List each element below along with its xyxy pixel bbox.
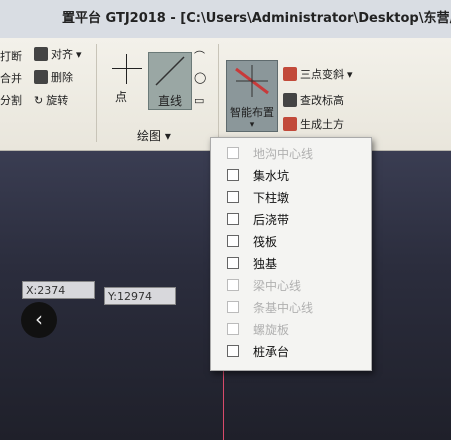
three-point-slope-button[interactable]: 三点变斜 ▾	[283, 66, 353, 82]
menu-item-label: 集水坑	[253, 168, 290, 183]
break-label: 打断	[0, 50, 22, 63]
align-icon	[34, 47, 48, 61]
align-label: 对齐	[51, 48, 73, 61]
menu-item-isolated-footing[interactable]: 独基	[211, 252, 371, 274]
arc-button[interactable]: ⌒	[194, 48, 205, 64]
window-title-bar: 置平台 GTJ2018 - [C:\Users\Administrator\De…	[0, 0, 451, 38]
align-button[interactable]: 对齐 ▾	[34, 46, 82, 62]
rotate-icon: ↻	[34, 93, 44, 107]
smart-layout-dropdown-menu: 地沟中心线 集水坑 下柱墩 后浇带 筏板 独基 梁中心线 条基中心线 螺旋板 桩…	[210, 137, 372, 371]
axis-line	[223, 365, 224, 440]
menu-item-icon	[227, 147, 239, 159]
edit-elevation-label: 查改标高	[300, 94, 344, 107]
break-button[interactable]: 打断	[0, 48, 22, 64]
three-point-slope-label: 三点变斜	[300, 68, 344, 81]
menu-item-icon	[227, 169, 239, 181]
split-button[interactable]: 分割	[0, 92, 22, 108]
point-button[interactable]: 点	[115, 88, 127, 105]
rectangle-button[interactable]: ▭	[194, 94, 204, 107]
earthwork-icon	[283, 117, 297, 131]
menu-item-label: 桩承台	[253, 344, 290, 359]
menu-item-sump-pit[interactable]: 集水坑	[211, 164, 371, 186]
rotate-label: 旋转	[46, 94, 69, 107]
rectangle-icon: ▭	[194, 94, 205, 107]
menu-item-icon	[227, 323, 239, 335]
x-coordinate-value: X:2374	[26, 284, 66, 297]
circle-button[interactable]: ◯	[194, 71, 206, 84]
menu-item-strip-footing-centerline[interactable]: 条基中心线	[211, 296, 371, 318]
draw-group-text: 绘图	[137, 129, 162, 143]
ribbon-toolbar: 打断 合并 分割 对齐 ▾ 删除 ↻ 旋转 点 直线 ⌒ ◯ ▭ 绘图 ▾ 智能…	[0, 38, 451, 151]
menu-item-label: 螺旋板	[253, 322, 290, 337]
chevron-down-icon: ▾	[76, 47, 82, 61]
menu-item-post-pour-strip[interactable]: 后浇带	[211, 208, 371, 230]
menu-item-icon	[227, 235, 239, 247]
window-title: 置平台 GTJ2018 - [C:\Users\Administrator\De…	[62, 11, 451, 26]
x-coordinate-field[interactable]: X:2374	[22, 281, 95, 299]
point-label: 点	[115, 90, 128, 104]
circle-icon: ◯	[194, 71, 207, 84]
delete-button[interactable]: 删除	[34, 69, 73, 85]
merge-label: 合并	[0, 72, 22, 85]
chevron-left-icon: ‹	[35, 307, 43, 331]
elevation-icon	[283, 93, 297, 107]
slope-icon	[283, 67, 297, 81]
menu-item-label: 梁中心线	[253, 278, 302, 293]
menu-item-label: 筏板	[253, 234, 278, 249]
chevron-down-icon: ▾	[249, 120, 255, 130]
menu-item-label: 独基	[253, 256, 278, 271]
line-icon	[155, 56, 185, 86]
rotate-button[interactable]: ↻ 旋转	[34, 92, 68, 108]
menu-item-label: 下柱墩	[253, 190, 290, 205]
menu-item-icon	[227, 213, 239, 225]
merge-button[interactable]: 合并	[0, 70, 22, 86]
generate-earthwork-button[interactable]: 生成土方	[283, 116, 344, 132]
menu-item-icon	[227, 345, 239, 357]
menu-item-icon	[227, 279, 239, 291]
menu-item-icon	[227, 257, 239, 269]
generate-earthwork-label: 生成土方	[300, 118, 344, 131]
menu-item-pile-cap[interactable]: 桩承台	[211, 340, 371, 362]
edit-elevation-button[interactable]: 查改标高	[283, 92, 344, 108]
menu-item-label: 地沟中心线	[253, 146, 314, 161]
ribbon-divider	[96, 44, 97, 142]
menu-item-column-pier[interactable]: 下柱墩	[211, 186, 371, 208]
chevron-down-icon: ▾	[164, 129, 171, 143]
y-coordinate-value: Y:12974	[108, 290, 152, 303]
menu-item-trench-centerline[interactable]: 地沟中心线	[211, 142, 371, 164]
line-label: 直线	[157, 94, 182, 108]
menu-item-icon	[227, 301, 239, 313]
chevron-down-icon: ▾	[347, 67, 353, 81]
menu-item-spiral-slab[interactable]: 螺旋板	[211, 318, 371, 340]
menu-item-label: 后浇带	[253, 212, 290, 227]
split-label: 分割	[0, 94, 22, 107]
menu-item-label: 条基中心线	[253, 300, 314, 315]
menu-item-raft[interactable]: 筏板	[211, 230, 371, 252]
grid-layout-icon	[235, 65, 269, 97]
menu-item-icon	[227, 191, 239, 203]
menu-item-beam-centerline[interactable]: 梁中心线	[211, 274, 371, 296]
delete-label: 删除	[51, 71, 73, 84]
y-coordinate-field[interactable]: Y:12974	[104, 287, 176, 305]
smart-layout-button[interactable]: 智能布置 ▾	[226, 60, 278, 132]
ribbon-divider	[218, 44, 219, 142]
draw-group-label[interactable]: 绘图 ▾	[137, 127, 171, 144]
back-button[interactable]: ‹	[21, 302, 57, 338]
smart-layout-label: 智能布置	[230, 106, 274, 119]
eraser-icon	[34, 70, 48, 84]
line-button[interactable]: 直线	[148, 52, 192, 110]
arc-icon: ⌒	[194, 50, 205, 63]
